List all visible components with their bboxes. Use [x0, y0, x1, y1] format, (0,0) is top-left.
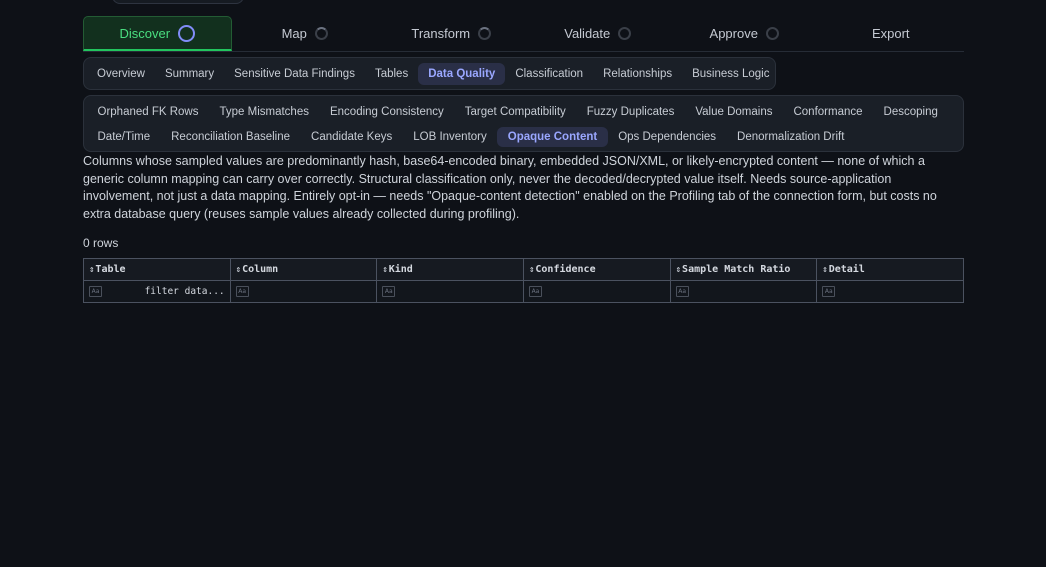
column-header-sample-match-ratio[interactable]: ⇕Sample Match Ratio	[669, 258, 818, 281]
filter-input-detail[interactable]	[839, 286, 958, 297]
sort-icon[interactable]: ⇕	[382, 265, 387, 275]
sort-icon[interactable]: ⇕	[89, 265, 94, 275]
column-header-label: Detail	[828, 264, 865, 275]
status-ring-icon	[765, 27, 779, 40]
sort-icon[interactable]: ⇕	[236, 265, 241, 275]
step-label: Discover	[119, 25, 171, 41]
text-filter-icon[interactable]: Aa	[89, 286, 102, 297]
filter-cell-wrap: Aa	[382, 286, 518, 297]
column-header-label: Confidence	[535, 264, 596, 275]
filter-input-kind[interactable]	[399, 286, 518, 297]
subtab-type-mismatches[interactable]: Type Mismatches	[209, 102, 319, 122]
grid-header-row: ⇕Table ⇕Column ⇕Kind ⇕Confidence ⇕Sample Mat…	[83, 258, 964, 281]
column-header-label: Kind	[388, 264, 413, 275]
subtab-denormalization-drift[interactable]: Denormalization Drift	[727, 127, 855, 147]
subtab-encoding-consistency[interactable]: Encoding Consistency	[319, 102, 454, 122]
tab-tables[interactable]: Tables	[365, 63, 418, 85]
text-filter-icon[interactable]: Aa	[675, 286, 689, 297]
primary-tabs: Overview Summary Sensitive Data Findings Ta…	[83, 57, 776, 90]
filter-cell-wrap: Aa	[89, 286, 225, 297]
text-filter-icon[interactable]: Aa	[528, 286, 542, 297]
tab-data-quality[interactable]: Data Quality	[418, 62, 506, 85]
column-header-table[interactable]: ⇕Table	[83, 258, 231, 281]
sort-icon[interactable]: ⇕	[676, 265, 681, 275]
results-grid: ⇕Table ⇕Column ⇕Kind ⇕Confidence ⇕Sample Mat…	[83, 258, 964, 303]
subtab-opaque-content[interactable]: Opaque Content	[497, 126, 608, 147]
column-header-label: Table	[95, 264, 126, 275]
tab-overview[interactable]: Overview	[87, 63, 155, 85]
step-label: Transform	[411, 26, 471, 41]
column-header-detail[interactable]: ⇕Detail	[816, 258, 964, 281]
step-label: Export	[871, 26, 910, 41]
filter-cell-wrap: Aa	[528, 286, 665, 297]
tab-sensitive-data-findings[interactable]: Sensitive Data Findings	[224, 63, 365, 85]
subtab-value-domains[interactable]: Value Domains	[685, 102, 783, 122]
filter-cell-detail: Aa	[816, 280, 964, 303]
filter-cell-table: Aa	[83, 280, 231, 303]
text-filter-icon[interactable]: Aa	[235, 286, 249, 297]
subtab-reconciliation-baseline[interactable]: Reconciliation Baseline	[161, 127, 301, 147]
tab-business-logic[interactable]: Business Logic	[682, 63, 779, 85]
sort-icon[interactable]: ⇕	[822, 265, 827, 275]
filter-cell-kind: Aa	[376, 280, 524, 303]
subtab-candidate-keys[interactable]: Candidate Keys	[301, 127, 403, 147]
step-map[interactable]: Map	[232, 16, 379, 51]
text-filter-icon[interactable]: Aa	[822, 286, 836, 297]
filter-cell-wrap: Aa	[822, 286, 958, 297]
step-validate[interactable]: Validate	[525, 16, 672, 51]
status-ring-icon	[314, 27, 328, 40]
filter-cell-wrap: Aa	[235, 286, 372, 297]
column-header-label: Sample Match Ratio	[682, 264, 791, 275]
filter-input-sample-match-ratio[interactable]	[692, 286, 812, 297]
status-ring-icon	[618, 27, 632, 40]
tab-relationships[interactable]: Relationships	[593, 63, 682, 85]
column-header-kind[interactable]: ⇕Kind	[376, 258, 524, 281]
page-description: Columns whose sampled values are predomi…	[83, 154, 937, 221]
status-ring-icon	[178, 24, 196, 42]
step-label: Approve	[709, 26, 758, 41]
step-label: Map	[281, 26, 307, 41]
filter-cell-sample-match-ratio: Aa	[669, 280, 818, 303]
subtab-target-compatibility[interactable]: Target Compatibility	[454, 102, 576, 122]
step-discover[interactable]: Discover	[83, 16, 232, 51]
tab-summary[interactable]: Summary	[155, 63, 224, 85]
filter-cell-column: Aa	[229, 280, 378, 303]
subtab-lob-inventory[interactable]: LOB Inventory	[403, 127, 498, 147]
subtab-date-time[interactable]: Date/Time	[87, 127, 161, 147]
grid-filter-row: Aa Aa Aa Aa Aa Aa	[83, 280, 964, 303]
step-label: Validate	[564, 26, 611, 41]
sort-icon[interactable]: ⇕	[529, 265, 534, 275]
row-count: 0 rows	[83, 236, 119, 250]
subtab-orphaned-fk-rows[interactable]: Orphaned FK Rows	[87, 102, 209, 122]
subtab-descoping[interactable]: Descoping	[873, 102, 948, 122]
tab-classification[interactable]: Classification	[505, 63, 593, 85]
filter-input-table[interactable]	[106, 286, 225, 297]
workflow-stepper: Discover Map Transform Validate Approve Expor…	[83, 16, 964, 52]
status-ring-icon	[478, 27, 492, 40]
subtab-fuzzy-duplicates[interactable]: Fuzzy Duplicates	[576, 102, 685, 122]
filter-cell-wrap: Aa	[675, 286, 812, 297]
step-transform[interactable]: Transform	[378, 16, 525, 51]
filter-input-column[interactable]	[252, 286, 372, 297]
secondary-tabs-row-1: Orphaned FK Rows Type Mismatches Encoding …	[87, 99, 960, 124]
page: Discover Map Transform Validate Approve Expor…	[0, 0, 1046, 567]
column-header-confidence[interactable]: ⇕Confidence	[522, 258, 671, 281]
filter-input-confidence[interactable]	[545, 286, 665, 297]
secondary-tabs-row-2: Date/Time Reconciliation Baseline Candidat…	[87, 124, 960, 149]
step-export[interactable]: Export	[818, 16, 965, 51]
column-header-column[interactable]: ⇕Column	[229, 258, 378, 281]
filter-cell-confidence: Aa	[522, 280, 671, 303]
step-approve[interactable]: Approve	[671, 16, 818, 51]
subtab-ops-dependencies[interactable]: Ops Dependencies	[608, 127, 727, 147]
top-toolbar-fragment	[112, 0, 244, 4]
secondary-tabs: Orphaned FK Rows Type Mismatches Encoding …	[83, 95, 964, 152]
subtab-conformance[interactable]: Conformance	[783, 102, 873, 122]
column-header-label: Column	[242, 264, 279, 275]
text-filter-icon[interactable]: Aa	[382, 286, 396, 297]
